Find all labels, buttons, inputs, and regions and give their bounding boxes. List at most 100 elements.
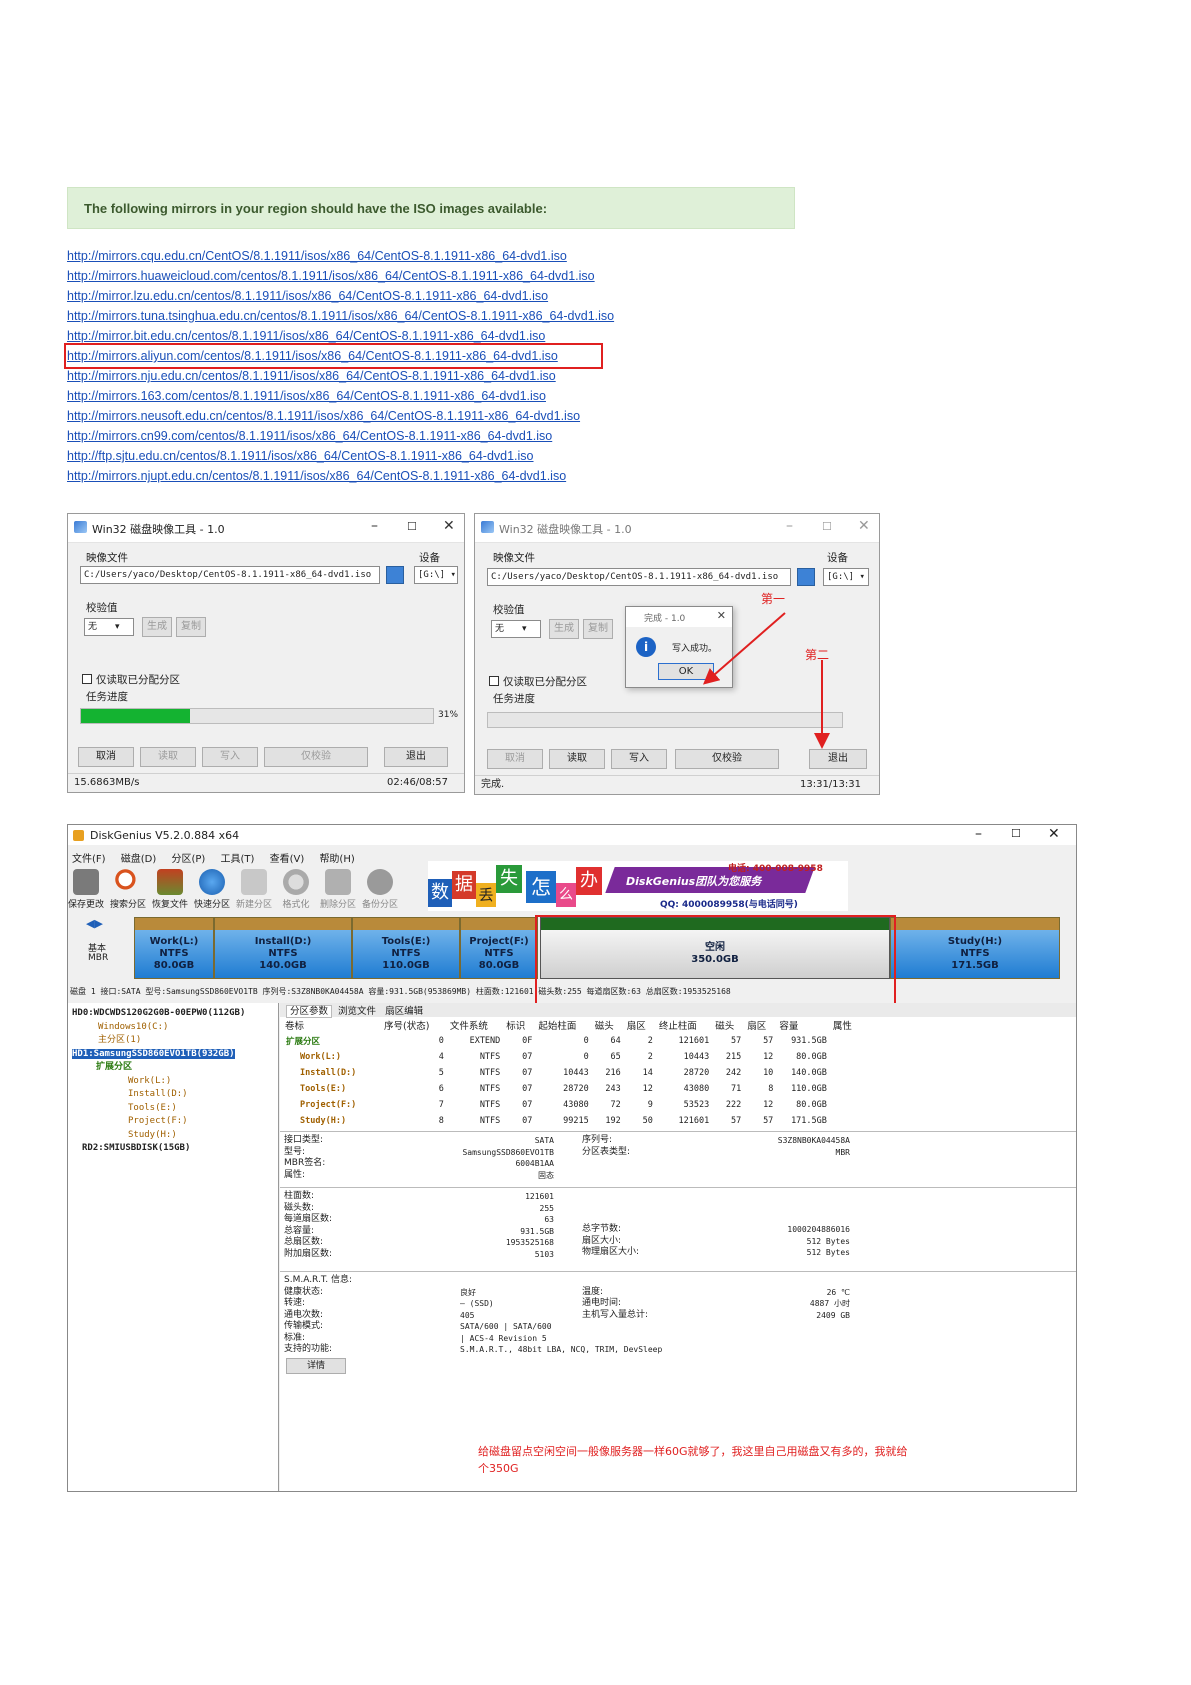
table-cell: 07 — [522, 1100, 533, 1110]
table-cell: 2 — [647, 1036, 653, 1046]
new-partition-button[interactable]: 新建分区 — [232, 869, 276, 910]
tree-disk-hd0[interactable]: HD0:WDCWDS120G2G0B-00EPW0(112GB) — [72, 1007, 278, 1021]
table-header: 卷标 序号(状态) 文件系统 标识 起始柱面 磁头 扇区 终止柱面 磁头 扇区 容量 属性 — [282, 1017, 862, 1033]
menu-tools[interactable]: 工具(T) — [220, 850, 254, 865]
tree-partition[interactable]: Work(L:) — [72, 1075, 278, 1089]
tab-browse-files[interactable]: 浏览文件 — [335, 1006, 379, 1017]
window-title: DiskGenius V5.2.0.884 x64 — [90, 829, 240, 842]
minimize-icon[interactable]: – — [975, 826, 982, 842]
divider — [280, 1187, 1076, 1188]
tool-label: 删除分区 — [319, 900, 356, 910]
divider — [280, 1271, 1076, 1272]
ad-slogan: DiskGenius团队为您服务 — [626, 875, 762, 888]
tree-disk-hd1[interactable]: HD1:SamsungSSD860EVO1TB(932GB) — [72, 1048, 235, 1059]
backup-partition-button[interactable]: 备份分区 — [358, 869, 402, 910]
diskgenius-window: DiskGenius V5.2.0.884 x64 – ☐ ✕ 文件(F) 磁盘… — [67, 824, 1077, 1492]
tree-partition[interactable]: 主分区(1) — [72, 1034, 278, 1048]
search-icon — [115, 869, 141, 895]
save-icon — [73, 869, 99, 895]
save-changes-button[interactable]: 保存更改 — [64, 869, 108, 910]
table-cell: 243 — [605, 1084, 621, 1094]
tool-label: 快速分区 — [193, 900, 230, 910]
delete-partition-button[interactable]: 删除分区 — [316, 869, 360, 910]
table-row[interactable]: Project(F:) 7 NTFS 07 43080 72 9 53523 222 12 80.0… — [282, 1097, 862, 1113]
arrow-first — [702, 612, 786, 685]
tree-partition[interactable]: Tools(E:) — [72, 1102, 278, 1116]
partition-block-project[interactable]: Project(F:) NTFS 80.0GB — [460, 917, 538, 979]
tab-sector-edit[interactable]: 扇区编辑 — [382, 1006, 426, 1017]
menu-file[interactable]: 文件(F) — [72, 850, 106, 865]
menu-view[interactable]: 查看(V) — [270, 850, 305, 865]
tree-extended[interactable]: 扩展分区 — [72, 1061, 278, 1075]
detail-panel: 分区参数 浏览文件 扇区编辑 卷标 序号(状态) 文件系统 标识 起始柱面 磁头 扇区 终止柱… — [280, 1003, 1076, 1491]
search-partition-button[interactable]: 搜索分区 — [106, 869, 150, 910]
menu-partition[interactable]: 分区(P) — [171, 850, 205, 865]
table-cell: NTFS — [479, 1116, 501, 1126]
geometry-values-2: 1000204886016 512 Bytes 512 Bytes — [787, 1225, 850, 1257]
tool-label: 格式化 — [282, 900, 310, 910]
smart-labels-2: 温度: 通电时间: 主机写入量总计: — [582, 1286, 649, 1320]
ad-char: 据 — [452, 871, 476, 899]
col-header: 磁头 — [715, 1021, 735, 1032]
table-cell: 12 — [763, 1052, 774, 1062]
table-cell: NTFS — [479, 1100, 501, 1110]
table-cell: 53523 — [683, 1100, 710, 1110]
table-row[interactable]: Work(L:) 4 NTFS 07 0 65 2 10443 215 12 80.0GB — [282, 1049, 862, 1065]
partition-name: Study(H:) — [947, 936, 1003, 947]
maximize-icon[interactable]: ☐ — [1011, 827, 1021, 840]
partition-block-tools[interactable]: Tools(E:) NTFS 110.0GB — [352, 917, 460, 979]
details-button[interactable]: 详情 — [286, 1358, 346, 1374]
table-cell — [830, 1049, 862, 1065]
table-cell: 9 — [647, 1100, 653, 1110]
partition-table: 卷标 序号(状态) 文件系统 标识 起始柱面 磁头 扇区 终止柱面 磁头 扇区 容量 属性 扩展分区 0… — [282, 1017, 862, 1129]
table-row[interactable]: Install(D:) 5 NTFS 07 10443 216 14 28720 242 10 14… — [282, 1065, 862, 1081]
menu-help[interactable]: 帮助(H) — [319, 850, 354, 865]
partition-block-study[interactable]: Study(H:) NTFS 171.5GB — [890, 917, 1060, 979]
table-cell: 64 — [610, 1036, 621, 1046]
table-cell: Install(D:) — [300, 1068, 357, 1078]
table-cell: 931.5GB — [791, 1036, 827, 1046]
tree-partition[interactable]: Project(F:) — [72, 1115, 278, 1129]
table-body: 扩展分区 0 EXTEND 0F 0 64 2 121601 57 57 931.5GB Work(L… — [282, 1033, 862, 1129]
col-header: 起始柱面 — [538, 1021, 577, 1032]
app-icon — [73, 830, 84, 841]
tool-label: 新建分区 — [235, 900, 272, 910]
geometry-labels-2: 总字节数: 扇区大小: 物理扇区大小: — [582, 1224, 640, 1257]
format-button[interactable]: 格式化 — [274, 869, 318, 910]
partition-name: Work(L:) — [149, 936, 199, 947]
table-row[interactable]: 扩展分区 0 EXTEND 0F 0 64 2 121601 57 57 931.5GB — [282, 1033, 862, 1049]
table-cell: 7 — [438, 1100, 444, 1110]
tool-label: 搜索分区 — [109, 900, 146, 910]
partition-block-install[interactable]: Install(D:) NTFS 140.0GB — [214, 917, 352, 979]
table-cell: 5 — [438, 1068, 444, 1078]
table-cell: 57 — [731, 1116, 742, 1126]
close-icon[interactable]: ✕ — [1048, 826, 1060, 842]
ad-banner[interactable]: 数 据 丢 失 怎 么 办 DiskGenius团队为您服务 电话: 400-0… — [428, 861, 848, 911]
table-row[interactable]: Tools(E:) 6 NTFS 07 28720 243 12 43080 71 8 110.0G… — [282, 1081, 862, 1097]
menu-bar: 文件(F) 磁盘(D) 分区(P) 工具(T) 查看(V) 帮助(H) — [72, 850, 367, 865]
table-cell: 扩展分区 — [286, 1037, 321, 1047]
nav-arrows-icon[interactable]: ◀▶ — [86, 917, 103, 930]
quick-partition-button[interactable]: 快速分区 — [190, 869, 234, 910]
table-cell: 222 — [725, 1100, 742, 1110]
col-header: 序号(状态) — [384, 1021, 430, 1032]
table-cell: 215 — [725, 1052, 742, 1062]
table-row[interactable]: Study(H:) 8 NTFS 07 99215 192 50 121601 57 57 171.… — [282, 1113, 862, 1129]
table-cell: 07 — [522, 1084, 533, 1094]
tree-partition[interactable]: Windows10(C:) — [72, 1021, 278, 1035]
menu-disk[interactable]: 磁盘(D) — [121, 850, 157, 865]
tree-disk-rd2[interactable]: RD2:SMIUSBDISK(15GB) — [72, 1142, 278, 1156]
table-cell: 28720 — [563, 1084, 589, 1094]
smart-labels: S.M.A.R.T. 信息: 健康状态: 转速: 通电次数: 传输模式: 标准:… — [284, 1275, 353, 1354]
partition-block-work[interactable]: Work(L:) NTFS 80.0GB — [134, 917, 214, 979]
tree-partition[interactable]: Study(H:) — [72, 1129, 278, 1143]
table-cell: 65 — [610, 1052, 621, 1062]
tree-partition[interactable]: Install(D:) — [72, 1088, 278, 1102]
partition-size: 110.0GB — [382, 960, 430, 971]
table-cell: 28720 — [683, 1068, 710, 1078]
new-partition-icon — [241, 869, 267, 895]
tab-partition-params[interactable]: 分区参数 — [286, 1005, 333, 1018]
recover-files-button[interactable]: 恢复文件 — [148, 869, 192, 910]
partition-size: 80.0GB — [153, 960, 195, 971]
table-cell: 0 — [583, 1052, 589, 1062]
